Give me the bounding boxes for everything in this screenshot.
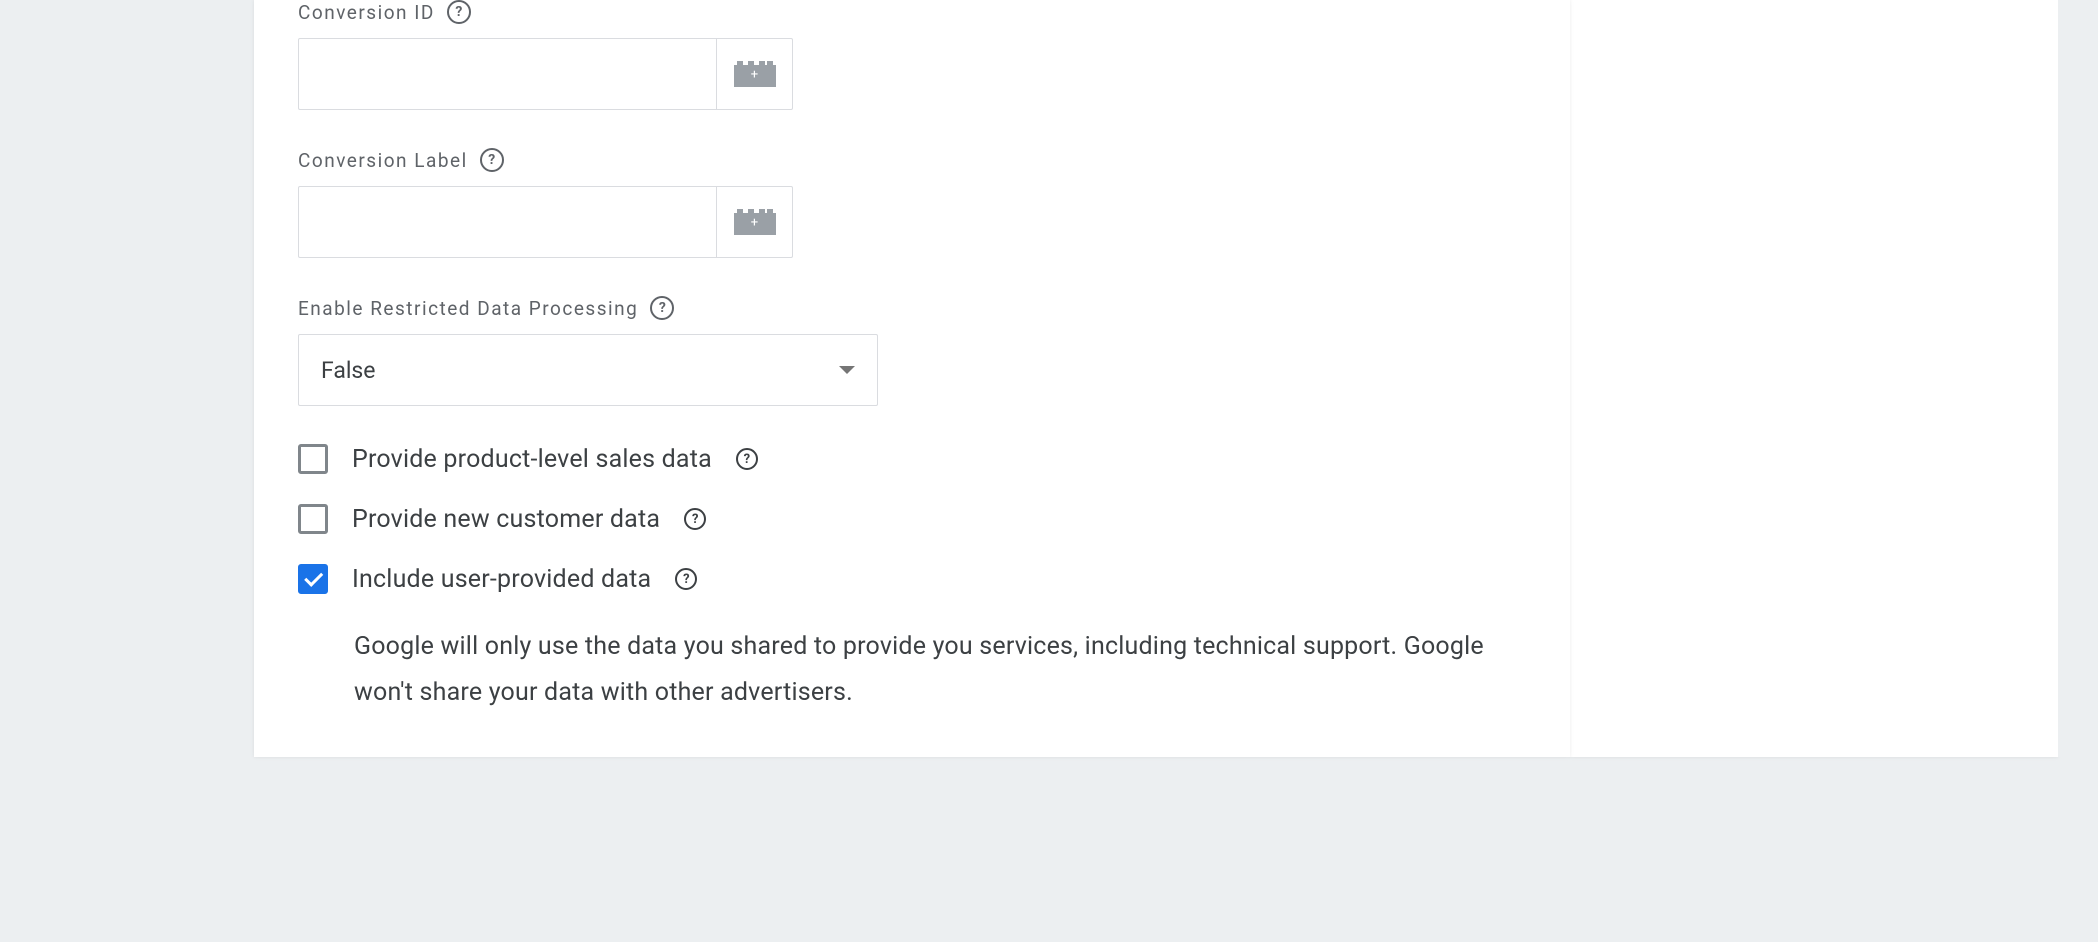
restricted-data-select[interactable]: False <box>298 334 878 406</box>
help-icon[interactable]: ? <box>650 296 674 320</box>
product-level-checkbox[interactable] <box>298 444 328 474</box>
user-provided-row: Include user-provided data ? <box>298 564 1526 594</box>
user-provided-description: Google will only use the data you shared… <box>354 624 1526 717</box>
conversion-label-variable-button[interactable]: + <box>716 187 792 257</box>
product-level-row: Provide product-level sales data ? <box>298 444 1526 474</box>
block-plus-icon: + <box>734 61 776 87</box>
product-level-label: Provide product-level sales data <box>352 445 712 474</box>
block-plus-icon: + <box>734 209 776 235</box>
conversion-id-label: Conversion ID ? <box>298 0 1526 24</box>
conversion-id-variable-button[interactable]: + <box>716 39 792 109</box>
restricted-data-value: False <box>321 357 376 384</box>
chevron-down-icon <box>839 366 855 374</box>
conversion-id-label-text: Conversion ID <box>298 1 435 24</box>
user-provided-checkbox[interactable] <box>298 564 328 594</box>
help-icon[interactable]: ? <box>480 148 504 172</box>
restricted-data-field: Enable Restricted Data Processing ? Fals… <box>298 296 1526 406</box>
conversion-label-input[interactable] <box>299 187 716 257</box>
user-provided-label: Include user-provided data <box>352 565 651 594</box>
help-icon[interactable]: ? <box>736 448 758 470</box>
conversion-label-label-text: Conversion Label <box>298 149 468 172</box>
conversion-id-input[interactable] <box>299 39 716 109</box>
conversion-label-input-group: + <box>298 186 793 258</box>
new-customer-checkbox[interactable] <box>298 504 328 534</box>
restricted-data-label: Enable Restricted Data Processing ? <box>298 296 1526 320</box>
conversion-label-label: Conversion Label ? <box>298 148 1526 172</box>
help-icon[interactable]: ? <box>675 568 697 590</box>
conversion-id-field: Conversion ID ? + <box>298 0 1526 110</box>
new-customer-label: Provide new customer data <box>352 505 660 534</box>
conversion-id-input-group: + <box>298 38 793 110</box>
help-icon[interactable]: ? <box>447 0 471 24</box>
checkbox-group: Provide product-level sales data ? Provi… <box>298 444 1526 717</box>
new-customer-row: Provide new customer data ? <box>298 504 1526 534</box>
conversion-label-field: Conversion Label ? + <box>298 148 1526 258</box>
restricted-data-label-text: Enable Restricted Data Processing <box>298 297 638 320</box>
help-icon[interactable]: ? <box>684 508 706 530</box>
form-container: Conversion ID ? + <box>254 0 1570 757</box>
